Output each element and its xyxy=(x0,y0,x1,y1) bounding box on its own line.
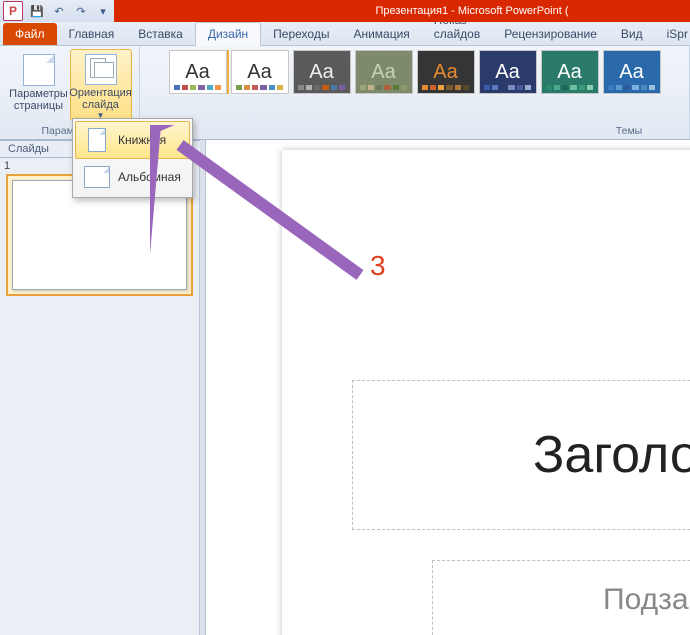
theme-sample-text: Aa xyxy=(557,61,581,84)
title-placeholder[interactable]: Заголо xyxy=(352,380,690,530)
group-label-themes: Темы xyxy=(589,125,669,137)
orientation-label-2: слайда xyxy=(82,99,119,111)
theme-item[interactable]: Aa xyxy=(355,50,413,94)
theme-item[interactable]: Aa xyxy=(479,50,537,94)
annotation-label: 3 xyxy=(370,250,386,282)
title-placeholder-text: Заголо xyxy=(533,425,690,485)
orientation-label-1: Ориентация xyxy=(69,87,131,99)
theme-sample-text: Aa xyxy=(309,61,333,84)
slides-panel: 1 xyxy=(0,158,200,635)
orientation-dropdown: Книжная Альбомная xyxy=(72,118,193,198)
theme-item[interactable]: Aa xyxy=(169,50,227,94)
title-bar: P 💾 ↶ ↷ ▾ Презентация1 - Microsoft Power… xyxy=(0,0,690,22)
group-themes: Aa Aa Aa Aa Aa Aa Aa Aa Темы xyxy=(140,46,690,139)
theme-sample-text: Aa xyxy=(247,61,271,84)
slide-canvas[interactable]: Заголо Подзаг xyxy=(282,150,690,635)
window-title: Презентация1 - Microsoft PowerPoint ( xyxy=(114,0,690,22)
tab-view[interactable]: Вид xyxy=(609,23,655,45)
theme-item[interactable]: Aa xyxy=(417,50,475,94)
tab-review[interactable]: Рецензирование xyxy=(492,23,609,45)
tab-animation[interactable]: Анимация xyxy=(341,23,421,45)
orientation-portrait-label: Книжная xyxy=(118,133,166,147)
theme-sample-text: Aa xyxy=(185,61,209,84)
tab-transitions[interactable]: Переходы xyxy=(261,23,341,45)
theme-sample-text: Aa xyxy=(371,61,395,84)
page-setup-label-2: страницы xyxy=(14,100,63,112)
landscape-icon xyxy=(84,166,110,188)
qat-undo-button[interactable]: ↶ xyxy=(48,1,70,21)
theme-item[interactable]: Aa xyxy=(231,50,289,94)
theme-item[interactable]: Aa xyxy=(293,50,351,94)
page-setup-button[interactable]: Параметры страницы xyxy=(8,49,70,121)
tab-insert[interactable]: Вставка xyxy=(126,23,195,45)
tab-file[interactable]: Файл xyxy=(3,23,57,45)
quick-access-toolbar: P 💾 ↶ ↷ ▾ xyxy=(0,0,114,22)
theme-sample-text: Aa xyxy=(619,61,643,84)
page-setup-icon xyxy=(23,54,55,86)
qat-save-button[interactable]: 💾 xyxy=(26,1,48,21)
qat-more-button[interactable]: ▾ xyxy=(92,1,114,21)
slide-workspace[interactable]: Заголо Подзаг xyxy=(206,140,690,635)
slide-orientation-button[interactable]: Ориентация слайда ▼ xyxy=(70,49,132,121)
subtitle-placeholder-text: Подзаг xyxy=(603,583,690,617)
theme-item[interactable]: Aa xyxy=(603,50,661,94)
slide-number: 1 xyxy=(4,160,10,172)
theme-sample-text: Aa xyxy=(495,61,519,84)
app-icon[interactable]: P xyxy=(3,1,23,21)
theme-sample-text: Aa xyxy=(433,61,457,84)
subtitle-placeholder[interactable]: Подзаг xyxy=(432,560,690,635)
tab-home[interactable]: Главная xyxy=(57,23,127,45)
theme-gallery[interactable]: Aa Aa Aa Aa Aa Aa Aa Aa xyxy=(169,50,661,94)
orientation-landscape-label: Альбомная xyxy=(118,170,181,184)
qat-redo-button[interactable]: ↷ xyxy=(70,1,92,21)
page-setup-label-1: Параметры xyxy=(9,88,68,100)
orientation-icon xyxy=(85,54,117,85)
tab-ispring[interactable]: iSpr xyxy=(655,23,690,45)
ribbon-tabstrip: Файл Главная Вставка Дизайн Переходы Ани… xyxy=(0,22,690,46)
tab-design[interactable]: Дизайн xyxy=(195,22,261,46)
panel-splitter[interactable] xyxy=(200,140,206,635)
theme-item[interactable]: Aa xyxy=(541,50,599,94)
portrait-icon xyxy=(88,128,106,152)
orientation-portrait-item[interactable]: Книжная xyxy=(75,121,190,159)
orientation-landscape-item[interactable]: Альбомная xyxy=(75,159,190,195)
